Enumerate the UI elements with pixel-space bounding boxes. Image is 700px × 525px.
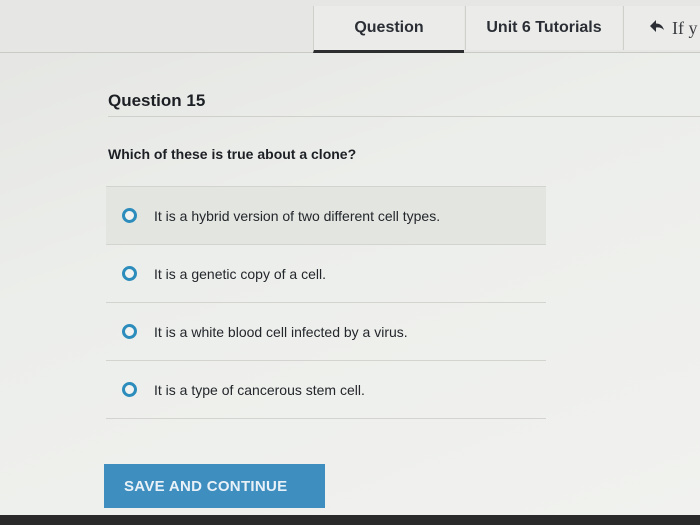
back-arrow-icon: [650, 19, 664, 37]
screen-bezel: [0, 515, 700, 525]
radio-button[interactable]: [122, 324, 137, 339]
save-and-continue-button[interactable]: SAVE AND CONTINUE: [104, 464, 325, 508]
divider: [108, 116, 700, 117]
answer-option-4[interactable]: It is a type of cancerous stem cell.: [106, 361, 546, 419]
answer-option-label: It is a hybrid version of two different …: [154, 207, 441, 224]
answer-option-label: It is a type of cancerous stem cell.: [154, 381, 365, 398]
answer-option-1[interactable]: It is a hybrid version of two different …: [106, 187, 546, 245]
answer-option-label: It is a genetic copy of a cell.: [154, 265, 326, 282]
back-link[interactable]: If y: [623, 6, 700, 50]
top-navigation: Question Unit 6 Tutorials If y: [0, 0, 700, 53]
tab-question-label: Question: [354, 19, 424, 36]
tab-unit-tutorials[interactable]: Unit 6 Tutorials: [465, 6, 622, 50]
radio-button[interactable]: [122, 382, 137, 397]
answer-list: It is a hybrid version of two different …: [106, 186, 546, 419]
radio-button[interactable]: [122, 208, 137, 223]
answer-option-3[interactable]: It is a white blood cell infected by a v…: [106, 303, 546, 361]
back-link-label: If y: [672, 17, 698, 38]
tab-unit-tutorials-label: Unit 6 Tutorials: [486, 19, 602, 36]
question-prompt: Which of these is true about a clone?: [108, 146, 357, 162]
answer-option-label: It is a white blood cell infected by a v…: [154, 323, 408, 340]
answer-option-2[interactable]: It is a genetic copy of a cell.: [106, 245, 546, 303]
tab-question[interactable]: Question: [313, 6, 464, 53]
radio-button[interactable]: [122, 266, 137, 281]
question-title: Question 15: [108, 91, 206, 110]
